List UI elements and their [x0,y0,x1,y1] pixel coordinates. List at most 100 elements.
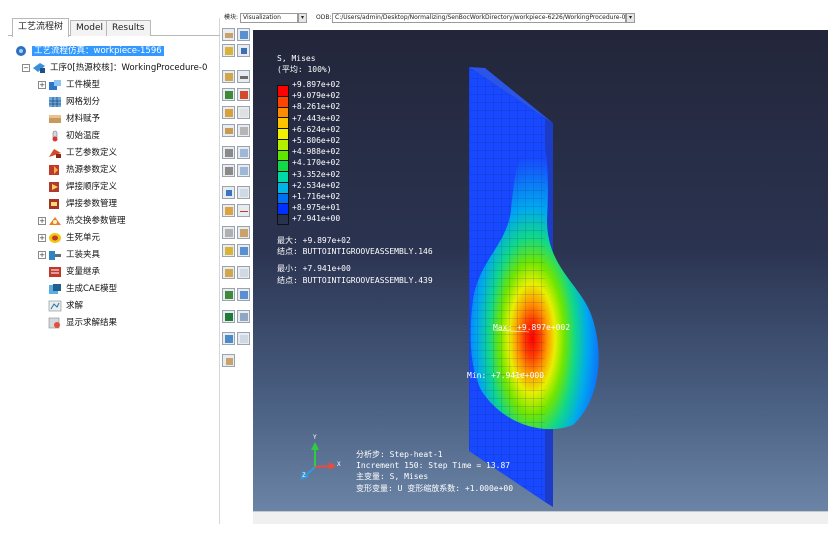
view-cut-manager-button[interactable] [237,266,250,279]
tree-item-process-root[interactable]: 工艺流程仿真：workpiece-1596 [14,44,164,58]
initial-temperature-icon [48,130,62,142]
expand-toggle[interactable]: + [38,251,46,259]
min-annotation: Min: +7.941e+000 [467,371,545,380]
legend-value-label: +7.941e+00 [292,214,341,224]
create-xy-data-button[interactable] [222,186,235,199]
legend-color-band [278,107,288,119]
legend-color-band [278,118,288,130]
process-root-icon [14,45,28,57]
tree-item-variable-inherit[interactable]: 变量继承 [48,265,100,279]
probe-values-button[interactable] [237,288,250,301]
tree-item-fixture[interactable]: + 工装夹具 [38,248,100,262]
legend-color-band [278,204,288,216]
tab-model[interactable]: Model [70,20,110,36]
create-path-button[interactable] [222,226,235,239]
process-tree-panel: 工艺流程树 Model Results 工艺流程仿真：workpiece-159… [8,18,220,524]
expand-toggle[interactable]: + [38,217,46,225]
plot-deformed-button[interactable] [237,28,250,41]
triad-z-label: Z [302,472,306,479]
tab-process-tree[interactable]: 工艺流程树 [12,18,70,37]
tree-item-weld-sequence[interactable]: 焊接顺序定义 [48,180,117,194]
stream-manager-button[interactable] [237,332,250,345]
tree-item-heat-source[interactable]: 热源参数定义 [48,163,117,177]
mesh-grid [469,67,545,502]
plot-contour-button[interactable] [222,44,235,57]
tree-item-process-parameter[interactable]: 工艺参数定义 [48,146,117,160]
tree-item-label: 变量继承 [66,267,101,277]
generate-cae-icon [48,283,62,295]
legend-values: +9.897e+02 +9.079e+02 +8.261e+02 +7.443e+02… [292,79,340,224]
animation-options-button[interactable] [237,164,250,177]
expand-toggle[interactable]: + [38,81,46,89]
odb-dropdown-arrow-icon[interactable]: ▾ [626,13,635,23]
legend-color-band [278,129,288,140]
contour-options-button[interactable] [222,106,235,119]
create-field-output-button[interactable] [222,204,235,217]
ply-stack-button[interactable] [237,124,250,137]
legend-color-bar [277,85,289,225]
step-name: 分析步: Step-heat-1 [356,450,443,459]
legend-value-label: +9.897e+02 [292,80,341,89]
material-icon [48,113,62,125]
expand-toggle[interactable]: + [38,234,46,242]
tree-item-label: 焊接顺序定义 [66,182,118,192]
tree-item-mesh[interactable]: 网格划分 [48,95,100,109]
legend-min-node: 结点: BUTTOINTIGROOVEASSEMBLY.439 [277,276,433,285]
module-combo[interactable]: Visualization [240,13,298,23]
birth-death-element-icon [48,232,62,244]
overlay-plot-button[interactable] [237,70,250,83]
viewport[interactable]: S, Mises (平均: 100%) +9.897e+02 +9.079e+02… [253,30,828,511]
tree-item-generate-cae[interactable]: 生成CAE模型 [48,282,117,296]
xy-data-manager-button[interactable] [237,186,250,199]
animate-harmonic-button[interactable] [222,164,235,177]
material-orientation-button[interactable] [222,124,235,137]
odb-label: ODB: [316,14,332,21]
legend-color-band [278,161,288,173]
legend-averaging: (平均: 100%) [277,65,332,74]
tree-item-label: 初始温度 [66,131,101,141]
plot-undeformed-button[interactable] [222,28,235,41]
tree-item-label: 焊接参数管理 [66,199,118,209]
legend-variable: S, Mises [277,54,316,63]
animate-scale-factor-button[interactable] [237,146,250,159]
edit-tool-button[interactable] [222,354,235,367]
animate-time-history-button[interactable] [222,146,235,159]
legend-value-label: +4.170e+02 [292,158,341,168]
color-code-button[interactable] [222,310,235,323]
tree-item-label: 显示求解结果 [66,318,118,328]
tree-item-birth-death-element[interactable]: + 生死单元 [38,231,100,245]
tree-item-show-results[interactable]: 显示求解结果 [48,316,117,330]
collapse-toggle[interactable]: − [22,64,30,72]
query-button[interactable] [222,288,235,301]
stream-plot-button[interactable] [222,332,235,345]
tree-item-initial-temperature[interactable]: 初始温度 [48,129,100,143]
display-group-manager-button[interactable] [237,244,250,257]
tree-item-label: 工序0[热源校核]：WorkingProcedure-0 [50,63,208,73]
plot-symbols-button[interactable] [237,44,250,57]
tree-item-solve[interactable]: 求解 [48,299,83,313]
legend-value-label: +7.443e+02 [292,113,341,123]
color-code-manager-button[interactable] [237,310,250,323]
legend-min-value: 最小: +7.941e+00 [277,264,351,273]
plot-xy-button[interactable] [237,204,250,217]
symbol-options-button[interactable] [237,106,250,119]
common-options-button[interactable] [222,88,235,101]
tree-item-workpiece-model[interactable]: + 工件模型 [38,78,100,92]
tree-item-heat-exchange[interactable]: + 热交换参数管理 [38,214,126,228]
legend-max-value: 最大: +9.897e+02 [277,236,351,245]
view-cut-button[interactable] [222,266,235,279]
legend-value-label: +9.079e+02 [292,91,341,101]
superimpose-options-button[interactable] [237,88,250,101]
tree-item-label: 热源参数定义 [66,165,118,175]
odb-combo[interactable]: C:/Users/admin/Desktop/Normalizing/SenBo… [332,13,626,23]
legend-title: S, Mises (平均: 100%) [277,53,332,75]
legend-color-band [278,172,288,183]
tree-item-weld-parameter[interactable]: 焊接参数管理 [48,197,117,211]
tree-item-procedure-0[interactable]: − 工序0[热源校核]：WorkingProcedure-0 [22,61,207,75]
allow-multiple-plot-button[interactable] [222,70,235,83]
tab-results[interactable]: Results [106,20,151,36]
module-dropdown-arrow-icon[interactable]: ▾ [298,13,307,23]
path-manager-button[interactable] [237,226,250,239]
tree-item-material[interactable]: 材料赋予 [48,112,100,126]
create-display-group-button[interactable] [222,244,235,257]
